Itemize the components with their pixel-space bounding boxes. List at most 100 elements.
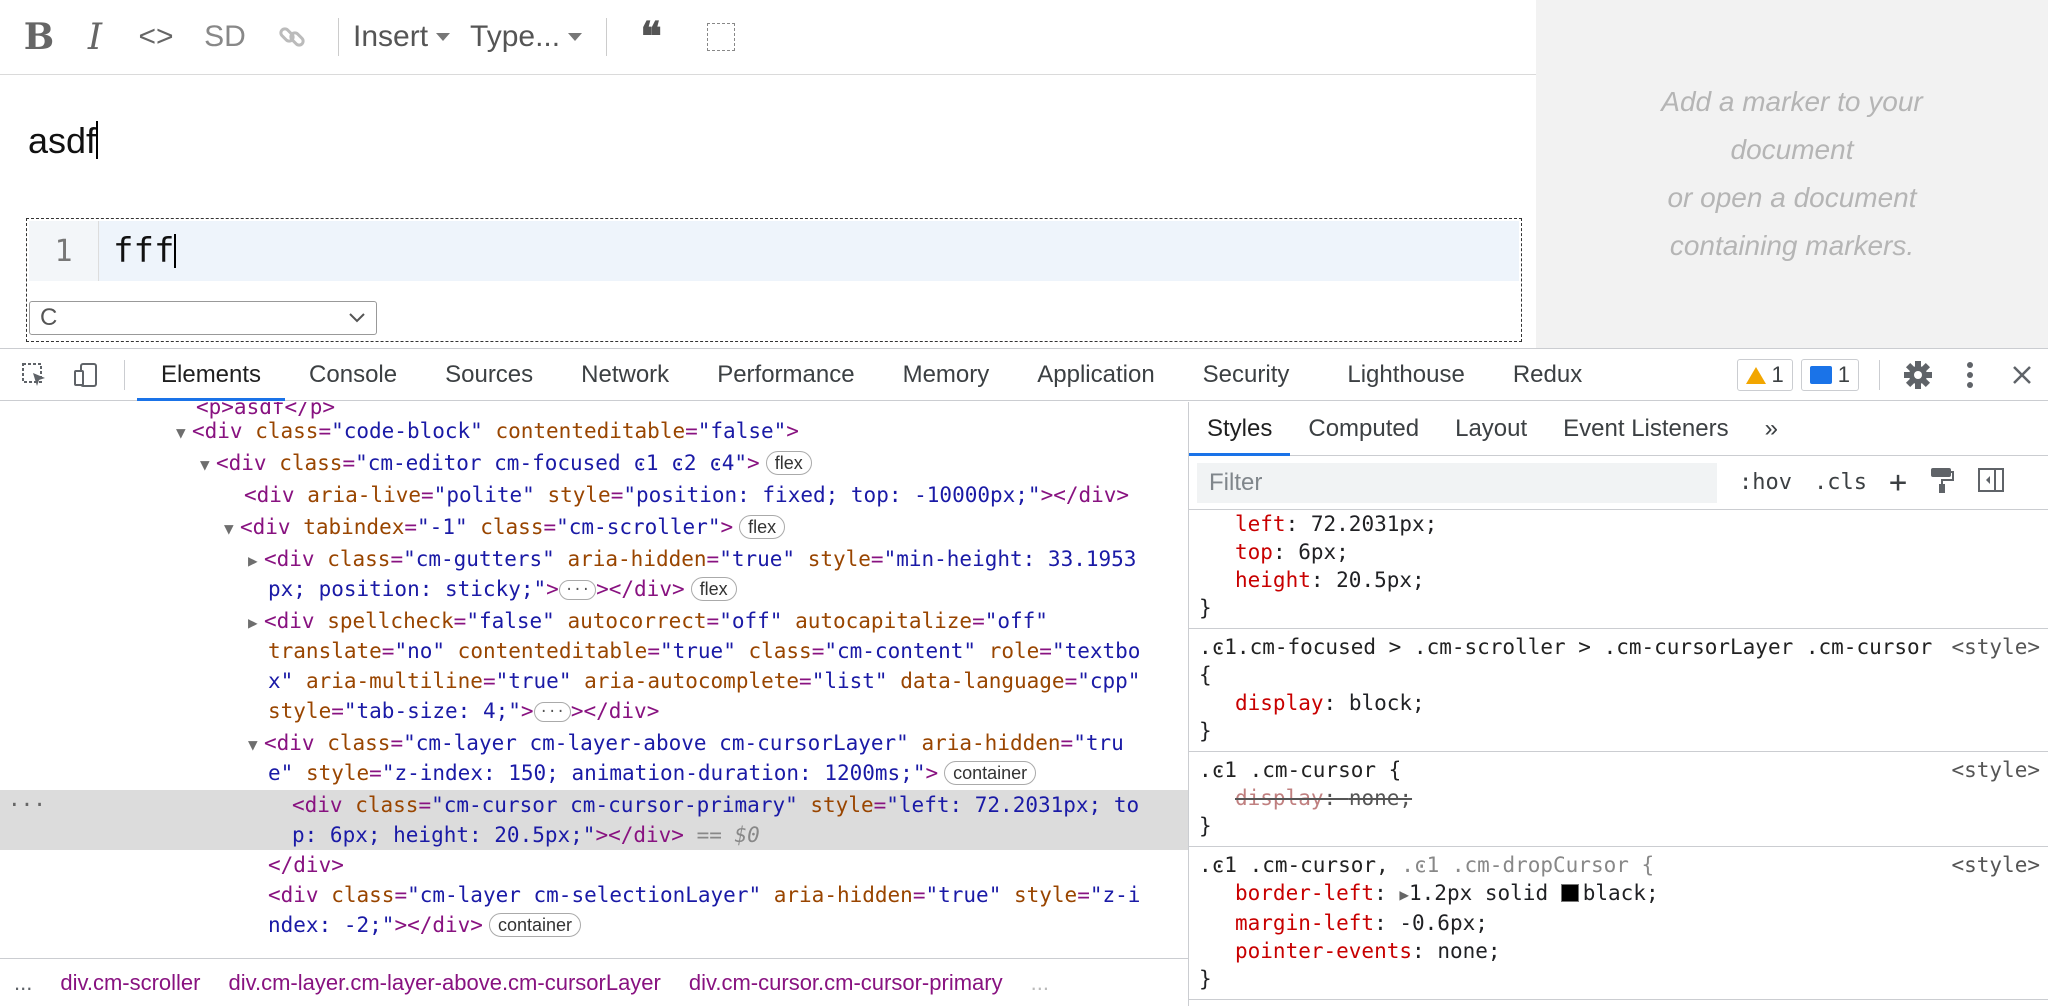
tab-redux[interactable]: Redux (1489, 349, 1606, 401)
tab-event-listeners[interactable]: Event Listeners (1545, 402, 1746, 456)
dom-attr-value: "polite" (433, 483, 535, 507)
dom-node-line[interactable]: ▼ <div tabindex="-1" class="cm-scroller">… (0, 512, 1188, 544)
dom-node-line[interactable]: ▶ <div class="cm-gutters" aria-hidden="tr… (0, 544, 1188, 576)
collapse-triangle-icon[interactable]: ▼ (224, 514, 240, 544)
type-dropdown[interactable]: Type... (470, 20, 583, 54)
dom-attr-value: "-1" (417, 515, 468, 539)
quote-button[interactable]: ❝ (631, 7, 671, 67)
more-tabs-button[interactable]: » (1747, 402, 1796, 456)
tab-performance[interactable]: Performance (693, 349, 878, 401)
inspect-element-button[interactable] (8, 349, 60, 401)
breadcrumb-item[interactable]: div.cm-scroller (46, 970, 214, 996)
collapse-triangle-icon[interactable]: ▼ (248, 730, 264, 760)
dom-node-line[interactable]: ▼ <div class="cm-layer cm-layer-above cm-… (0, 728, 1188, 760)
dom-attr-value: "cm-cursor cm-cursor-primary" (431, 793, 798, 817)
tab-security[interactable]: Security (1179, 349, 1314, 401)
block-select-button[interactable] (707, 23, 736, 51)
italic-button[interactable]: I (78, 7, 112, 67)
tab-console[interactable]: Console (285, 349, 421, 401)
device-toolbar-button[interactable] (60, 349, 112, 401)
color-swatch[interactable] (1560, 884, 1579, 902)
document-paragraph[interactable]: asdf (28, 120, 99, 162)
styles-filter-input[interactable]: Filter (1197, 462, 1717, 503)
collapse-triangle-icon[interactable]: ▼ (200, 450, 216, 480)
dom-node-line[interactable]: x" aria-multiline="true" aria-autocomple… (0, 666, 1188, 696)
css-declaration[interactable]: pointer-events: none; (1199, 937, 2040, 965)
sd-button[interactable]: SD (200, 7, 250, 67)
dom-attr-name: data-language (887, 669, 1065, 693)
dom-node-line[interactable]: </div> (0, 850, 1188, 880)
css-declaration[interactable]: top: 6px; (1199, 538, 2040, 566)
flex-badge[interactable]: flex (690, 577, 737, 601)
dom-node-line[interactable]: translate="no" contenteditable="true" cl… (0, 636, 1188, 666)
container-badge[interactable]: container (944, 761, 1037, 785)
css-declaration[interactable]: left: 72.2031px; (1199, 510, 2040, 538)
settings-button[interactable] (1892, 349, 1944, 401)
tab-lighthouse[interactable]: Lighthouse (1313, 349, 1488, 401)
dom-node-line[interactable]: px; position: sticky;"> ··· ></div> flex (0, 574, 1188, 604)
warnings-badge[interactable]: 1 (1736, 359, 1793, 391)
expand-triangle-icon[interactable]: ▶ (248, 546, 264, 576)
css-declaration-overridden[interactable]: display: none; (1199, 784, 2040, 812)
css-selector[interactable]: .ͼ1 .cm-cursor, .ͼ1 .cm-dropCursor { (1199, 851, 2040, 879)
dom-attr-value: "false" (697, 419, 787, 443)
breadcrumb-overflow-right[interactable]: ... (1017, 970, 1063, 996)
collapsed-content-icon[interactable]: ··· (533, 702, 571, 722)
css-selector[interactable]: .ͼ1 .cm-cursor { (1199, 756, 2040, 784)
dom-node-line[interactable]: e" style="z-index: 150; animation-durati… (0, 758, 1188, 788)
dom-node-line[interactable]: ▼ <div class="cm-editor cm-focused ͼ1 ͼ2 … (0, 448, 1188, 480)
rule-source-link[interactable]: <style> (1951, 851, 2040, 879)
messages-badge[interactable]: 1 (1800, 359, 1859, 391)
dom-node-line[interactable]: <div aria-live="polite" style="position:… (0, 480, 1188, 510)
paint-button[interactable] (1929, 466, 1955, 500)
dom-node-line[interactable]: ▼ <div class="code-block" contenteditable… (0, 416, 1188, 448)
node-actions-icon[interactable]: ··· (8, 790, 46, 820)
bold-button[interactable]: B (22, 7, 56, 67)
expand-triangle-icon[interactable]: ▶ (248, 608, 264, 638)
css-value: 1.2px solid (1409, 881, 1561, 905)
dom-node-line[interactable]: ▶ <div spellcheck="false" autocorrect="of… (0, 606, 1188, 638)
selected-dom-node[interactable]: ··· <div class="cm-cursor cm-cursor-prima… (0, 790, 1188, 850)
tab-layout[interactable]: Layout (1437, 402, 1545, 456)
insert-dropdown[interactable]: Insert (353, 20, 451, 54)
class-toggle[interactable]: .cls (1814, 470, 1867, 495)
tab-elements[interactable]: Elements (137, 349, 286, 401)
code-button[interactable]: <> (134, 7, 178, 67)
tab-styles[interactable]: Styles (1189, 402, 1291, 456)
css-declaration[interactable]: display: block; (1199, 689, 2040, 717)
toggle-sidebar-button[interactable] (1977, 467, 2005, 499)
message-icon (1809, 366, 1832, 384)
flex-badge[interactable]: flex (739, 515, 786, 539)
hover-state-toggle[interactable]: :hov (1739, 470, 1792, 495)
code-editor-line[interactable]: 1 fff (29, 221, 1519, 281)
close-devtools-button[interactable] (1996, 349, 2048, 401)
breadcrumb-item[interactable]: div.cm-layer.cm-layer-above.cm-cursorLay… (215, 970, 675, 996)
breadcrumb-item-current[interactable]: div.cm-cursor.cm-cursor-primary (675, 970, 1017, 996)
new-rule-button[interactable]: + (1889, 465, 1907, 500)
breadcrumb-overflow-left[interactable]: ... (0, 970, 46, 996)
dom-attr-name: class (467, 515, 544, 539)
collapse-triangle-icon[interactable]: ▼ (176, 418, 192, 448)
dom-node-line[interactable]: <div class="cm-layer cm-selectionLayer" … (0, 880, 1188, 910)
rule-source-link[interactable]: <style> (1951, 756, 2040, 784)
css-declaration[interactable]: margin-left: -0.6px; (1199, 909, 2040, 937)
flex-badge[interactable]: flex (765, 451, 812, 475)
container-badge[interactable]: container (488, 913, 582, 937)
language-select[interactable]: C (29, 301, 377, 335)
css-declaration[interactable]: height: 20.5px; (1199, 566, 2040, 594)
rule-source-link[interactable]: <style> (1951, 633, 2040, 661)
collapsed-content-icon[interactable]: ··· (558, 580, 597, 600)
tab-application[interactable]: Application (1013, 349, 1178, 401)
tab-network[interactable]: Network (557, 349, 693, 401)
expand-shorthand-icon[interactable]: ▶ (1399, 885, 1409, 904)
css-declaration[interactable]: border-left: ▶1.2px solid black; (1199, 879, 2040, 909)
tab-computed[interactable]: Computed (1290, 402, 1437, 456)
more-options-button[interactable] (1944, 349, 1996, 401)
dom-node-line[interactable]: ndex: -2;"></div> container (0, 910, 1188, 940)
tab-memory[interactable]: Memory (879, 349, 1014, 401)
css-selector[interactable]: .ͼ1.cm-focused > .cm-scroller > .cm-curs… (1199, 633, 2040, 689)
dom-node-line[interactable]: style="tab-size: 4;"> ··· ></div> (0, 696, 1188, 726)
tab-sources[interactable]: Sources (421, 349, 557, 401)
link-button[interactable] (272, 7, 312, 67)
dom-attr-name: aria-hidden (908, 731, 1061, 755)
